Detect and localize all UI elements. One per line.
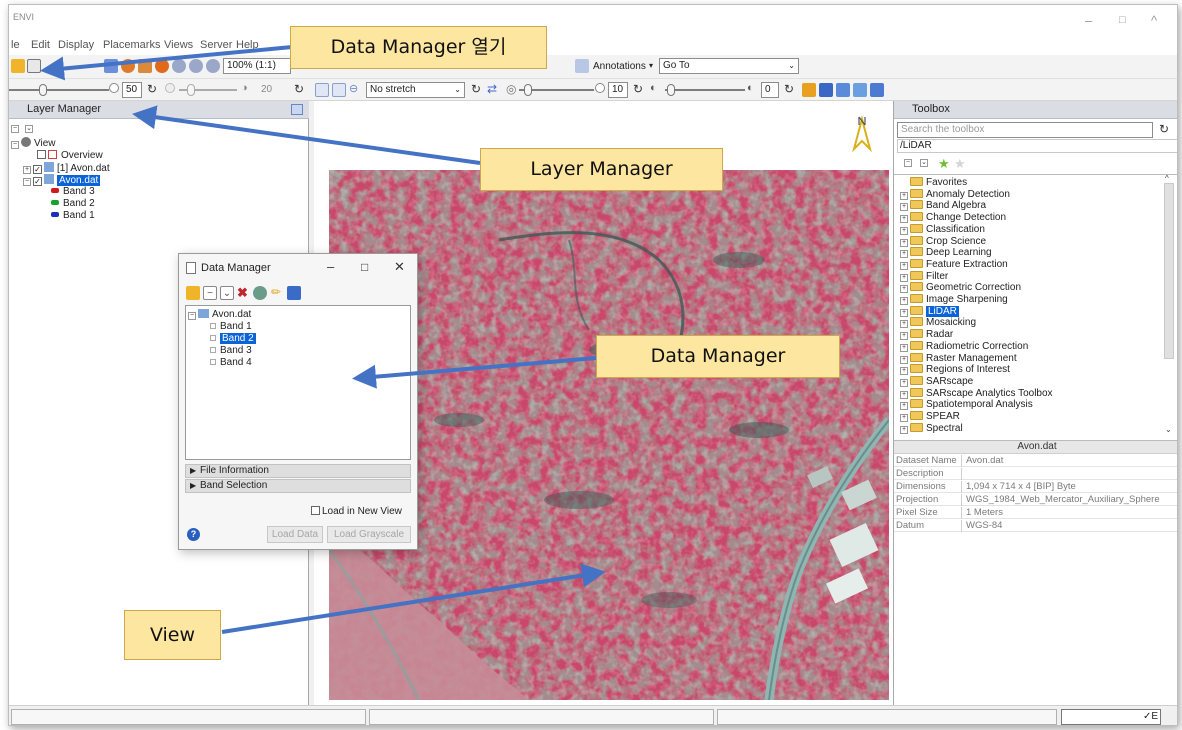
callout-layer-manager: Layer Manager <box>480 148 723 191</box>
arrow-view <box>221 563 606 634</box>
arrow-data-manager <box>352 356 597 389</box>
callout-view: View <box>124 610 221 660</box>
arrow-layer-manager <box>132 105 481 165</box>
callout-data-manager: Data Manager <box>596 335 840 378</box>
arrow-open-dm <box>40 45 293 81</box>
callout-open-data-manager: Data Manager 열기 <box>290 26 547 69</box>
